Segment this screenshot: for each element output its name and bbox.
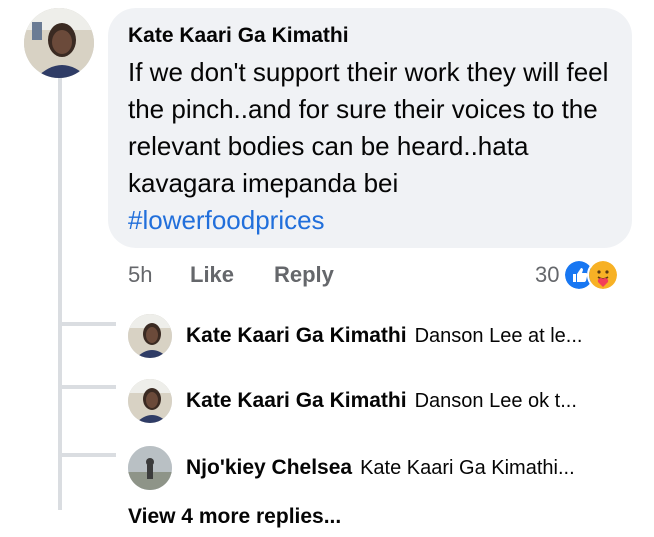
- thread-connector-1: [58, 322, 116, 326]
- reply-item[interactable]: Kate Kaari Ga Kimathi Danson Lee at le..…: [128, 311, 582, 361]
- reaction-count: 30: [535, 262, 560, 287]
- reply-button[interactable]: Reply: [274, 262, 334, 288]
- like-button[interactable]: Like: [190, 262, 274, 288]
- reply-avatar[interactable]: [128, 314, 172, 358]
- reply-author[interactable]: Njo'kiey Chelsea: [186, 456, 352, 480]
- reply-avatar[interactable]: [128, 446, 172, 490]
- comment-body: If we don't support their work they will…: [128, 54, 618, 239]
- reply-snippet: Danson Lee at le...: [414, 324, 583, 347]
- avatar[interactable]: [24, 8, 94, 78]
- thread-connector-2: [58, 385, 116, 389]
- reply-snippet: Danson Lee ok t...: [414, 389, 577, 412]
- comment-text: If we don't support their work they will…: [128, 57, 609, 198]
- reply-item[interactable]: Njo'kiey Chelsea Kate Kaari Ga Kimathi..…: [128, 443, 575, 493]
- thread-connector-3: [58, 453, 116, 457]
- comment-bubble: Kate Kaari Ga Kimathi If we don't suppor…: [108, 8, 632, 248]
- view-more-replies-link[interactable]: View 4 more replies...: [128, 505, 341, 529]
- thread-line-vertical: [58, 78, 62, 510]
- reply-snippet: Kate Kaari Ga Kimathi...: [360, 456, 575, 479]
- comment-actions: 5h Like Reply: [128, 258, 334, 292]
- reply-item[interactable]: Kate Kaari Ga Kimathi Danson Lee ok t...: [128, 376, 577, 426]
- reactions-summary[interactable]: 30: [535, 258, 620, 292]
- comment-author[interactable]: Kate Kaari Ga Kimathi: [128, 22, 612, 50]
- comment-timestamp[interactable]: 5h: [128, 262, 190, 288]
- reply-author[interactable]: Kate Kaari Ga Kimathi: [186, 324, 407, 348]
- hashtag-link[interactable]: #lowerfoodprices: [128, 202, 618, 239]
- reply-avatar[interactable]: [128, 379, 172, 423]
- care-icon: [587, 259, 620, 291]
- reply-author[interactable]: Kate Kaari Ga Kimathi: [186, 389, 407, 413]
